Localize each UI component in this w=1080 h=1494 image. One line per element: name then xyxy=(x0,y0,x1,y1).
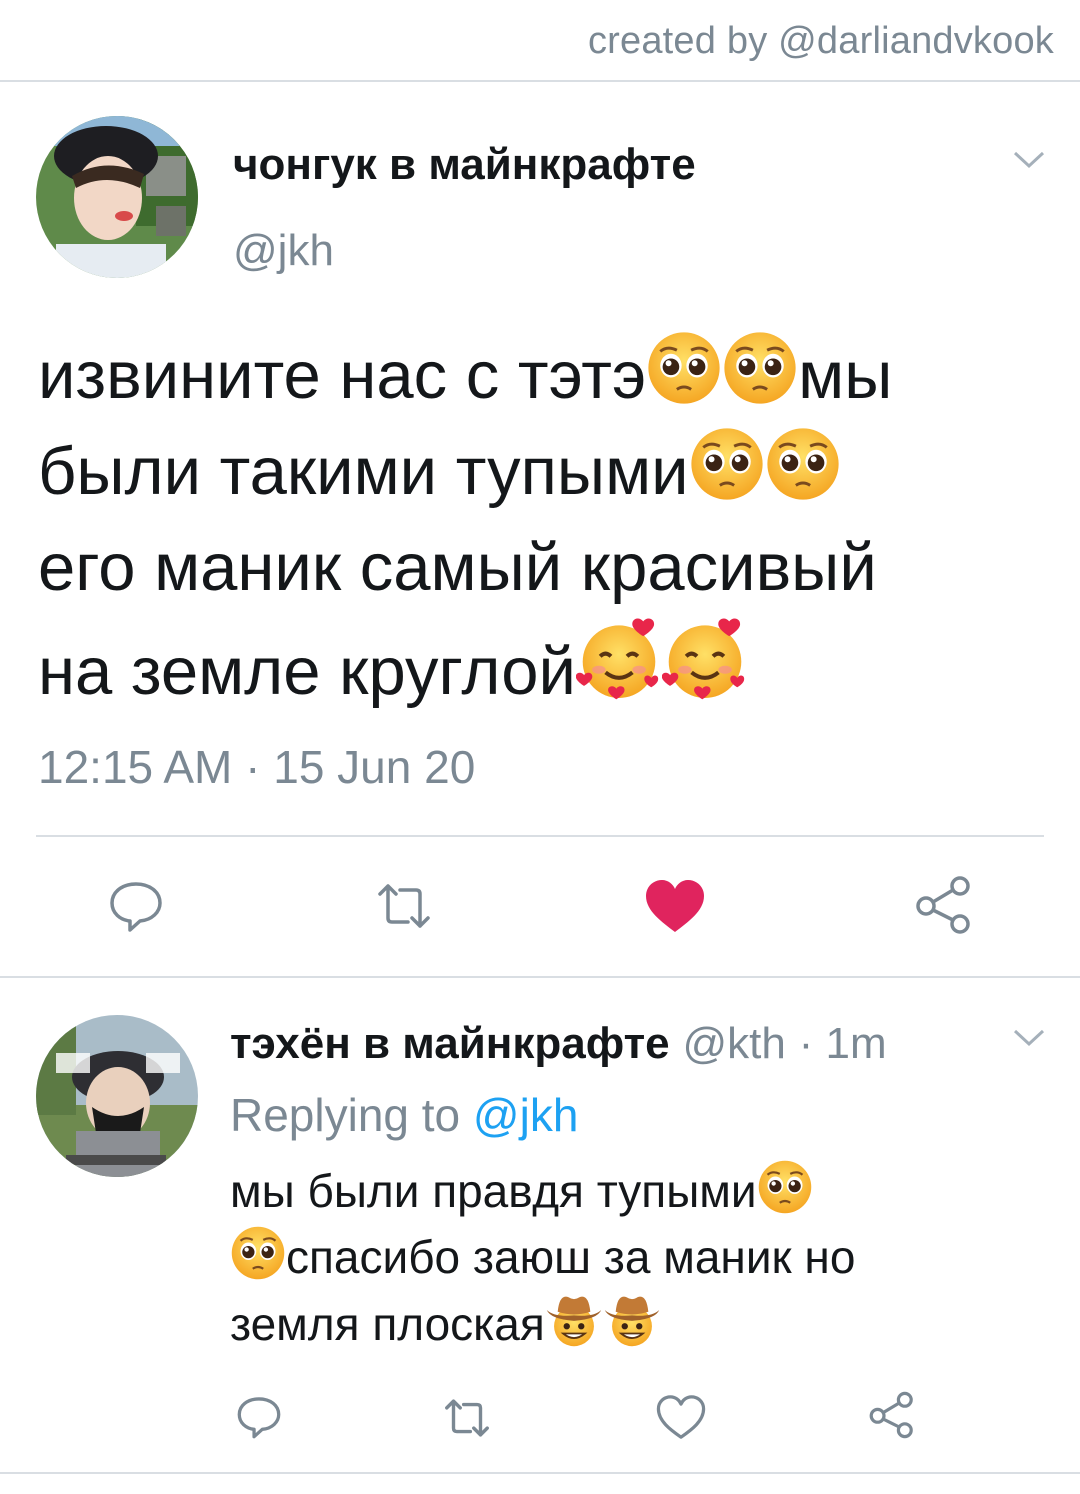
pleading-face-emoji xyxy=(689,426,765,502)
reply-like-icon[interactable] xyxy=(656,1394,706,1440)
replying-to: Replying to @jkh xyxy=(230,1088,578,1142)
retweet-icon[interactable] xyxy=(372,880,436,932)
reply-reply-icon[interactable] xyxy=(236,1394,282,1440)
cowboy-face-emoji xyxy=(603,1290,661,1348)
main-author-handle[interactable]: @jkh xyxy=(233,226,334,276)
pleading-face-emoji xyxy=(765,426,841,502)
pleading-face-emoji xyxy=(757,1159,813,1215)
reply-author-handle[interactable]: @kth xyxy=(682,1019,785,1068)
reply-avatar[interactable] xyxy=(36,1015,198,1177)
replying-to-label: Replying to xyxy=(230,1089,473,1141)
main-actions-divider xyxy=(36,835,1044,837)
reply-age: · 1m xyxy=(798,1019,887,1068)
share-icon[interactable] xyxy=(914,874,974,936)
reply-text-part3: земля плоская xyxy=(230,1298,545,1350)
smiling-face-with-hearts-emoji xyxy=(576,616,662,702)
pleading-face-emoji xyxy=(722,330,798,406)
reply-share-icon[interactable] xyxy=(868,1390,916,1440)
reply-chevron-down-icon[interactable] xyxy=(1012,1028,1046,1048)
replying-to-link[interactable]: @jkh xyxy=(473,1089,579,1141)
like-icon[interactable] xyxy=(644,878,706,934)
reply-text-part1: мы были правдя тупыми xyxy=(230,1165,757,1217)
main-text-part1: извините нас с тэтэ xyxy=(38,338,647,413)
reply-retweet-icon[interactable] xyxy=(440,1396,494,1440)
main-chevron-down-icon[interactable] xyxy=(1012,150,1046,170)
main-avatar[interactable] xyxy=(36,116,198,278)
main-text-part4: его маник самый красивый xyxy=(38,530,877,605)
pleading-face-emoji xyxy=(230,1225,286,1281)
main-author-name[interactable]: чонгук в майнкрафте xyxy=(233,140,696,190)
credit-text: created by @darliandvkook xyxy=(587,20,1054,62)
main-tweet-text: извините нас с тэтэ мы были такими тупыми… xyxy=(38,328,1048,720)
smiling-face-with-hearts-emoji xyxy=(662,616,748,702)
reply-icon[interactable] xyxy=(108,878,164,934)
reply-text-part2: спасибо заюш за маник но xyxy=(286,1231,856,1283)
top-divider xyxy=(0,80,1080,82)
main-text-part2: мы xyxy=(798,338,893,413)
main-text-part5: на земле круглой xyxy=(38,634,576,709)
tweet-divider xyxy=(0,976,1080,978)
main-text-part3: были такими тупыми xyxy=(38,434,689,509)
bottom-divider xyxy=(0,1472,1080,1474)
reply-author-name[interactable]: тэхён в майнкрафте xyxy=(230,1019,670,1068)
reply-tweet-text: мы были правдя тупыми спасибо заюш за ма… xyxy=(230,1158,990,1357)
pleading-face-emoji xyxy=(646,330,722,406)
reply-header: тэхён в майнкрафте @kth · 1m xyxy=(230,1015,887,1069)
cowboy-face-emoji xyxy=(545,1290,603,1348)
main-timestamp[interactable]: 12:15 AM · 15 Jun 20 xyxy=(38,740,475,794)
